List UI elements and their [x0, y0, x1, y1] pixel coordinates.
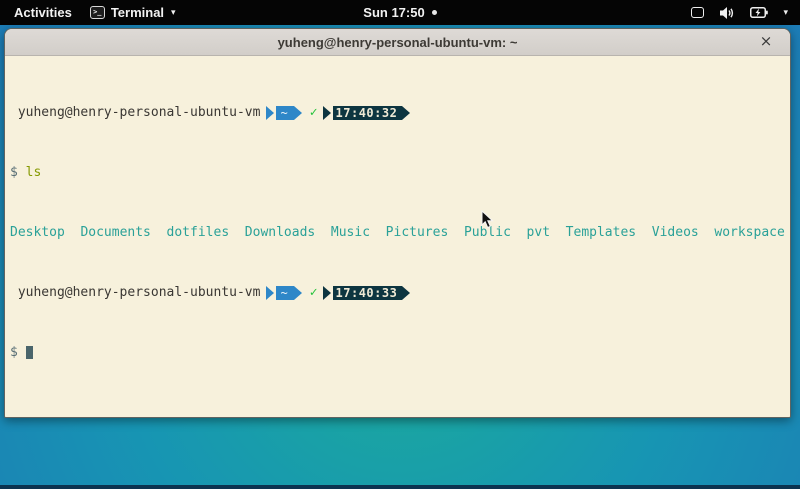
system-status-area[interactable]: ▾ — [691, 6, 800, 20]
prompt-user-host: yuheng@henry-personal-ubuntu-vm — [10, 285, 260, 300]
notification-dot-icon — [432, 10, 437, 15]
top-bar: Activities >_ Terminal ▾ Sun 17:50 ▾ — [0, 0, 800, 25]
chevron-down-icon: ▾ — [171, 7, 176, 18]
terminal-icon: >_ — [90, 6, 105, 19]
activities-button[interactable]: Activities — [10, 5, 76, 20]
directory-name: pvt — [527, 225, 550, 240]
directory-name: Documents — [80, 225, 150, 240]
screen-icon — [691, 7, 704, 18]
close-icon[interactable]: × — [756, 32, 776, 52]
powerline-arrow-icon — [402, 286, 410, 300]
prompt-time: 17:40:32 — [333, 106, 403, 120]
system-menu-chevron-icon: ▾ — [783, 7, 788, 18]
directory-name: Downloads — [245, 225, 315, 240]
text-cursor — [26, 346, 33, 359]
directory-name: Templates — [566, 225, 636, 240]
status-check-icon: ✓ — [310, 285, 318, 300]
app-menu-terminal[interactable]: >_ Terminal ▾ — [90, 5, 176, 20]
window-title: yuheng@henry-personal-ubuntu-vm: ~ — [278, 35, 518, 50]
prompt-symbol: $ — [10, 165, 18, 180]
directory-name: Pictures — [386, 225, 449, 240]
powerline-arrow-icon — [294, 106, 302, 120]
prompt-line-2: yuheng@henry-personal-ubuntu-vm ~ ✓ 17:4… — [10, 285, 790, 300]
window-titlebar[interactable]: yuheng@henry-personal-ubuntu-vm: ~ × — [5, 29, 790, 56]
current-input-line[interactable]: $ — [10, 345, 790, 360]
powerline-arrow-icon — [266, 286, 274, 300]
powerline-arrow-icon — [294, 286, 302, 300]
terminal-content[interactable]: yuheng@henry-personal-ubuntu-vm ~ ✓ 17:4… — [5, 56, 790, 417]
command-line: $ ls — [10, 165, 790, 180]
command-text: ls — [26, 165, 42, 180]
volume-icon — [719, 6, 735, 20]
directory-name: workspace — [714, 225, 784, 240]
directory-name: Music — [331, 225, 370, 240]
prompt-symbol: $ — [10, 345, 18, 360]
prompt-path: ~ — [276, 106, 293, 120]
powerline-arrow-icon — [266, 106, 274, 120]
powerline-arrow-icon — [323, 106, 331, 120]
prompt-user-host: yuheng@henry-personal-ubuntu-vm — [10, 105, 260, 120]
clock[interactable]: Sun 17:50 — [363, 5, 424, 20]
terminal-window: yuheng@henry-personal-ubuntu-vm: ~ × yuh… — [4, 28, 791, 418]
ls-output-line: Desktop Documents dotfiles Downloads Mus… — [10, 225, 790, 240]
status-check-icon: ✓ — [310, 105, 318, 120]
powerline-arrow-icon — [323, 286, 331, 300]
mouse-pointer-icon — [481, 210, 494, 229]
wallpaper-bottom-edge — [0, 485, 800, 489]
prompt-path: ~ — [276, 286, 293, 300]
directory-name: dotfiles — [167, 225, 230, 240]
battery-charging-icon — [750, 6, 768, 19]
directory-name: Desktop — [10, 225, 65, 240]
app-menu-label: Terminal — [111, 5, 164, 20]
prompt-line-1: yuheng@henry-personal-ubuntu-vm ~ ✓ 17:4… — [10, 105, 790, 120]
prompt-time: 17:40:33 — [333, 286, 403, 300]
directory-name: Videos — [652, 225, 699, 240]
powerline-arrow-icon — [402, 106, 410, 120]
